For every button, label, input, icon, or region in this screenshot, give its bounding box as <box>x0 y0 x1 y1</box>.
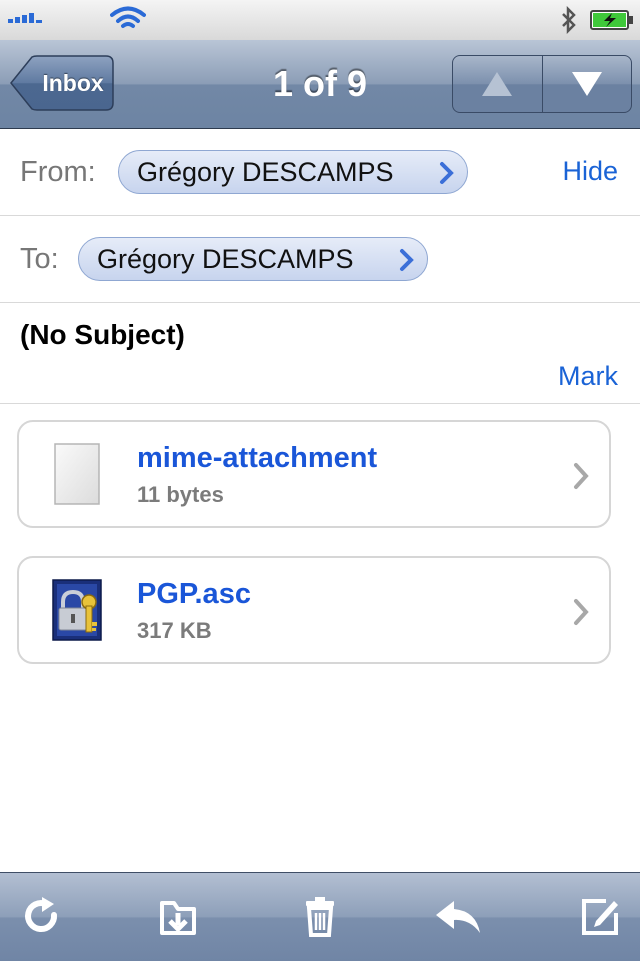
message-navigation-control <box>452 55 632 113</box>
message-subject: (No Subject) <box>20 319 185 350</box>
status-bar <box>0 0 640 41</box>
mark-link[interactable]: Mark <box>558 361 618 392</box>
from-row: From: Grégory DESCAMPS Hide <box>0 129 640 216</box>
from-label: From: <box>20 156 96 188</box>
navigation-bar: Inbox 1 of 9 <box>0 40 640 129</box>
reply-button[interactable] <box>430 889 486 945</box>
attachment-name: PGP.asc <box>137 578 251 610</box>
hide-details-link[interactable]: Hide <box>562 156 618 187</box>
up-arrow-icon <box>482 72 513 96</box>
previous-message-button[interactable] <box>453 56 542 112</box>
to-label: To: <box>20 243 59 275</box>
refresh-icon <box>25 897 58 932</box>
move-to-folder-icon <box>160 901 196 935</box>
down-arrow-icon <box>571 72 602 96</box>
pgp-key-lock-icon <box>52 579 102 641</box>
bluetooth-icon <box>562 6 576 34</box>
chevron-right-icon <box>440 162 454 184</box>
signal-strength-icon <box>8 13 42 23</box>
attachment-item[interactable]: PGP.asc 317 KB <box>17 556 611 664</box>
compose-button[interactable] <box>572 889 628 945</box>
back-button-label: Inbox <box>42 70 104 96</box>
attachment-size: 11 bytes <box>137 482 224 507</box>
attachment-item[interactable]: mime-attachment 11 bytes <box>17 420 611 528</box>
attachment-name: mime-attachment <box>137 442 378 474</box>
message-position-title: 1 of 9 <box>272 63 368 104</box>
reply-icon <box>436 901 480 933</box>
bottom-toolbar <box>0 872 640 961</box>
next-message-button[interactable] <box>541 56 632 112</box>
refresh-button[interactable] <box>14 889 70 945</box>
to-contact-chip[interactable]: Grégory DESCAMPS <box>78 237 428 281</box>
inbox-back-button[interactable]: Inbox <box>10 55 114 111</box>
delete-button[interactable] <box>292 889 348 945</box>
wifi-icon <box>110 6 146 28</box>
to-row: To: Grégory DESCAMPS <box>0 216 640 303</box>
blank-document-icon <box>54 443 100 505</box>
compose-icon <box>582 899 618 935</box>
battery-charging-icon <box>590 10 633 30</box>
from-contact-chip[interactable]: Grégory DESCAMPS <box>118 150 468 194</box>
chevron-right-icon <box>400 249 414 271</box>
trash-icon <box>306 897 334 937</box>
move-button[interactable] <box>150 889 206 945</box>
chevron-right-icon <box>574 463 589 489</box>
attachment-size: 317 KB <box>137 618 212 643</box>
from-contact-name: Grégory DESCAMPS <box>137 157 394 187</box>
chevron-right-icon <box>574 599 589 625</box>
subject-row: (No Subject) Mark <box>0 303 640 404</box>
to-contact-name: Grégory DESCAMPS <box>97 244 354 274</box>
